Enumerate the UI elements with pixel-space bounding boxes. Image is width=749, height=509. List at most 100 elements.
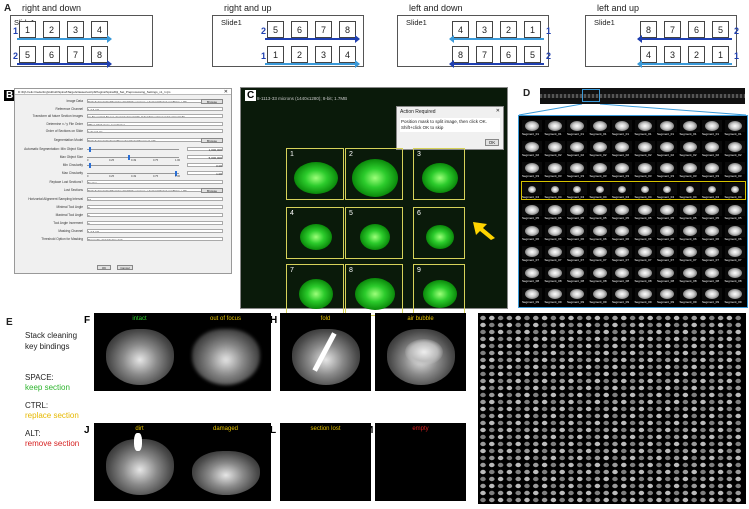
tissue-frame[interactable]: 6 xyxy=(413,207,465,259)
dialog-close-icon[interactable]: ✕ xyxy=(496,108,500,114)
segment-shape xyxy=(637,163,652,173)
ok-button[interactable]: OK xyxy=(97,265,111,270)
stack-thumb xyxy=(656,399,662,405)
segment-thumb xyxy=(589,204,610,216)
slider-knob[interactable] xyxy=(127,155,130,160)
zoom-selection[interactable] xyxy=(582,89,600,102)
stack-thumb xyxy=(497,392,504,398)
tissue-frame[interactable]: 8 xyxy=(345,264,403,316)
segment-shape xyxy=(705,268,719,278)
stack-thumb xyxy=(629,469,636,475)
slider-value[interactable]: 1.00 xyxy=(187,171,223,176)
stack-thumb xyxy=(497,469,504,475)
slide-cell: 2 xyxy=(500,21,517,38)
value-slider[interactable] xyxy=(87,147,179,152)
field-label: Horizontal Alignment Sampling Interval xyxy=(28,197,83,201)
stack-thumb xyxy=(497,315,504,321)
segment-caption: Segment_02 xyxy=(567,153,585,157)
segment-thumb xyxy=(702,162,722,174)
close-icon[interactable]: ✕ xyxy=(224,89,228,95)
field-input[interactable]: D:\Felix Fiederling\Postdoc data\Slide s… xyxy=(87,99,217,103)
stack-thumb xyxy=(647,392,653,398)
field-input[interactable]: 1 2 3 4 5 xyxy=(87,229,223,233)
field-input[interactable]: 1 2 3 4 5 xyxy=(87,107,223,111)
segment-thumb xyxy=(634,288,655,300)
field-input[interactable]: 0 xyxy=(87,213,223,217)
stack-thumb xyxy=(726,315,733,321)
dialog-ok-button[interactable]: OK xyxy=(485,139,499,146)
field-input[interactable]: 10 xyxy=(87,197,223,201)
stack-thumb xyxy=(691,329,697,335)
tissue-frame[interactable]: 3 xyxy=(413,148,465,200)
segment-thumb xyxy=(724,225,745,237)
tissue-frame[interactable]: 4 xyxy=(286,207,344,259)
stack-thumb xyxy=(497,483,504,489)
stack-thumb xyxy=(533,343,539,349)
field-input[interactable]: D:\Felix Fiederling\Postdoc data\Slide s… xyxy=(87,188,217,192)
segment-shape xyxy=(727,142,742,152)
stack-thumb xyxy=(673,357,680,363)
segment-shape xyxy=(615,205,629,215)
key-action: replace section xyxy=(25,411,79,420)
tissue-frame[interactable]: 5 xyxy=(345,207,403,259)
browse-button[interactable]: Browse xyxy=(201,138,223,143)
tissue-frame[interactable]: 2 xyxy=(345,148,403,200)
segment-shape xyxy=(547,268,562,278)
stack-thumb xyxy=(717,336,724,342)
field-input[interactable]: No Yes xyxy=(87,180,223,184)
field-input[interactable]: Left and Up xyxy=(87,129,223,133)
field-input[interactable]: 0 xyxy=(87,205,223,209)
stack-thumb xyxy=(577,420,583,426)
stack-thumb xyxy=(480,434,486,440)
segment-caption: Segment_03 xyxy=(522,174,540,178)
stack-thumb xyxy=(524,483,530,489)
field-input[interactable]: D:\Felix Fiederling\tmp\Procedure\Spinal… xyxy=(87,138,217,142)
stack-thumb xyxy=(541,434,548,440)
stack-thumb xyxy=(726,413,733,419)
slider-value[interactable]: 0.00 xyxy=(187,163,223,168)
stack-thumb xyxy=(524,322,530,328)
thumbnail-grid xyxy=(480,315,741,503)
stack-thumb xyxy=(629,476,636,482)
value-slider[interactable] xyxy=(87,155,179,160)
browse-button[interactable]: Browse xyxy=(201,188,223,193)
stack-thumb xyxy=(656,434,662,440)
cancel-button[interactable]: Cancel xyxy=(117,265,133,270)
slider-value[interactable]: 5,000,000 xyxy=(187,155,223,160)
field-input[interactable]: Percentile dark Median dark xyxy=(87,237,223,241)
key-bindings-title: Stack cleaning key bindings xyxy=(25,331,78,351)
slider-knob[interactable] xyxy=(88,163,91,168)
value-slider[interactable] xyxy=(87,163,179,168)
stack-thumb xyxy=(621,497,627,503)
stack-thumb xyxy=(497,490,504,496)
segment-shape xyxy=(727,289,742,299)
stack-thumb xyxy=(682,497,689,503)
tile-label: H xyxy=(270,315,278,326)
stack-thumb xyxy=(717,371,724,377)
tissue-frame[interactable]: 7 xyxy=(286,264,344,316)
field-label: Min Circularity xyxy=(62,163,83,167)
segment-shape xyxy=(550,185,559,193)
stack-thumb xyxy=(656,343,662,349)
stack-thumb xyxy=(709,315,715,321)
stack-thumb xyxy=(506,455,513,461)
browse-button[interactable]: Browse xyxy=(201,99,223,104)
field-input[interactable]: When HE/2 stage coordinates xyxy=(87,122,223,126)
stack-thumb xyxy=(709,462,715,468)
field-input[interactable]: no flip vertical flip (up-down) horizont… xyxy=(87,114,223,118)
slider-value[interactable]: 1,000,000 xyxy=(187,147,223,152)
stack-thumb xyxy=(489,434,495,440)
segment-thumb xyxy=(634,204,655,216)
stack-thumb xyxy=(709,434,715,440)
slider-knob[interactable] xyxy=(88,147,91,152)
section-example-tile: fold xyxy=(280,313,371,391)
segment-thumb xyxy=(724,183,745,195)
tissue-frame[interactable]: 1 xyxy=(286,148,344,200)
stack-thumb xyxy=(700,476,706,482)
field-input[interactable]: 0 xyxy=(87,221,223,225)
value-slider[interactable] xyxy=(87,171,179,176)
segment-shape xyxy=(660,226,674,236)
field-label: Replace Lost Sections? xyxy=(49,180,84,184)
tissue-frame[interactable]: 9 xyxy=(413,264,465,316)
segment-caption: Segment_09 xyxy=(522,300,540,304)
